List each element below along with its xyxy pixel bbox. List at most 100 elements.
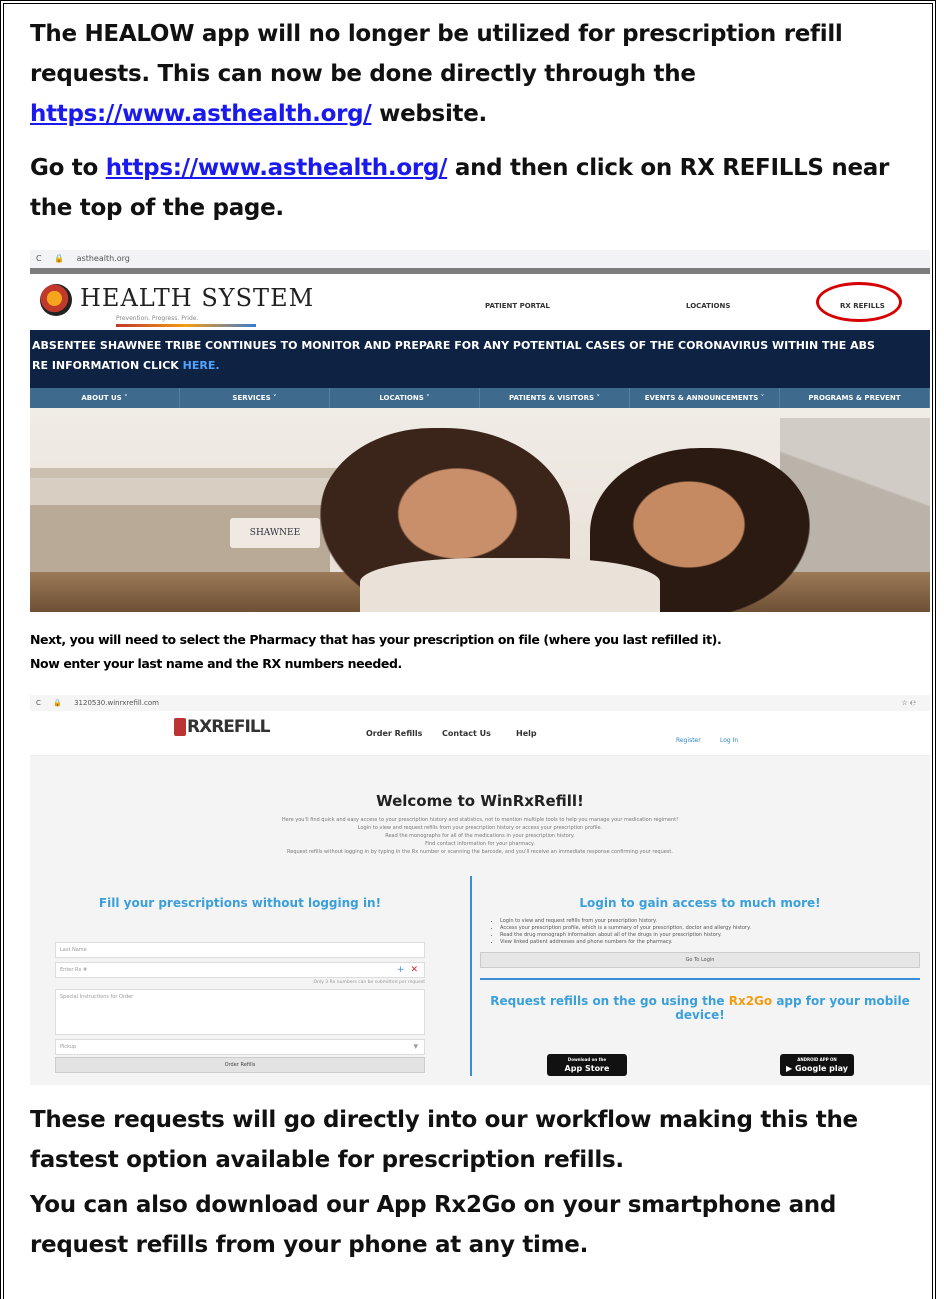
column-divider	[470, 876, 472, 1076]
menu-programs-prevention[interactable]: PROGRAMS & PREVENT	[780, 388, 930, 408]
list-item: View linked patient addresses and phone …	[500, 939, 920, 946]
guest-refill-form: Fill your prescriptions without logging …	[55, 886, 425, 1073]
hero-building-sign: SHAWNEE	[230, 518, 320, 548]
asthealth-link-2[interactable]: https://www.asthealth.org/	[106, 155, 448, 181]
menu-patients-visitors[interactable]: PATIENTS & VISITORS ˅	[480, 388, 630, 408]
browser-url-2: 3120530.winrxrefill.com	[74, 699, 159, 707]
banner-line-2-text: RE INFORMATION CLICK	[32, 359, 183, 372]
google-play-button[interactable]: ANDROID APP ON ▶ Google play	[780, 1054, 854, 1076]
browser-actions[interactable]: ☆ ℮	[902, 695, 916, 711]
intro-line-1: The HEALOW app will no longer be utilize…	[30, 21, 843, 47]
welcome-line: Here you'll find quick and easy access t…	[281, 817, 679, 823]
asthealth-link-1[interactable]: https://www.asthealth.org/	[30, 101, 372, 127]
site-logo-title[interactable]: HEALTH SYSTEM	[80, 284, 314, 312]
menu-about-us[interactable]: ABOUT US ˅	[30, 388, 180, 408]
rxrefill-logo[interactable]: RXREFILL	[174, 717, 271, 737]
login-title: Login to gain access to much more!	[579, 896, 821, 910]
last-name-field[interactable]: Last Name	[55, 942, 425, 958]
reload-icon[interactable]: C	[36, 254, 42, 263]
welcome-line: Login to view and request refills from y…	[357, 825, 603, 831]
special-instructions-field[interactable]: Special Instructions for Order	[55, 989, 425, 1035]
go-to-login-button[interactable]: Go To Login	[480, 952, 920, 968]
nav-log-in[interactable]: Log In	[720, 737, 738, 744]
intro-line-3-tail: website.	[371, 101, 487, 127]
browser-url-bar-2[interactable]: C 🔒 3120530.winrxrefill.com ☆ ℮	[30, 695, 930, 711]
rx-number-placeholder: Enter Rx #	[60, 967, 88, 973]
asthealth-screenshot: C 🔒 asthealth.org HEALTH SYSTEM Preventi…	[30, 250, 930, 612]
nav-contact-us[interactable]: Contact Us	[442, 729, 491, 738]
welcome-line: Request refills without logging in by ty…	[287, 849, 673, 855]
chevron-down-icon: ▾	[413, 1042, 418, 1052]
winrxrefill-screenshot: C 🔒 3120530.winrxrefill.com ☆ ℮ RXREFILL…	[30, 695, 930, 1085]
intro-paragraph: The HEALOW app will no longer be utilize…	[30, 14, 932, 134]
lock-icon-2: 🔒	[53, 699, 62, 707]
nav-patient-portal[interactable]: PATIENT PORTAL	[485, 302, 550, 310]
remove-rx-icon[interactable]: ✕	[410, 965, 418, 975]
nav-order-refills[interactable]: Order Refills	[366, 729, 422, 738]
add-rx-icon[interactable]: +	[397, 965, 405, 975]
google-play-text: Google play	[794, 1064, 849, 1073]
instructions-line-2: Now enter your last name and the RX numb…	[30, 656, 402, 671]
instructions-line-1: Next, you will need to select the Pharma…	[30, 632, 722, 647]
list-item: Login to view and request refills from y…	[500, 918, 920, 925]
rx2go-promo-prefix: Request refills on the go using the	[490, 994, 729, 1008]
guest-refill-title: Fill your prescriptions without logging …	[98, 896, 382, 910]
outro-paragraph-2: You can also download our App Rx2Go on y…	[30, 1185, 932, 1265]
list-item: Access your prescription profile, which …	[500, 925, 920, 932]
welcome-text: Here you'll find quick and easy access t…	[30, 816, 930, 856]
health-system-logo-icon	[40, 284, 72, 316]
nav-help[interactable]: Help	[516, 729, 537, 738]
reload-icon-2[interactable]: C	[36, 699, 41, 707]
coronavirus-banner: ABSENTEE SHAWNEE TRIBE CONTINUES TO MONI…	[30, 330, 930, 388]
app-store-button[interactable]: Download on the App Store	[547, 1054, 627, 1076]
rx-site-header: RXREFILL Order Refills Contact Us Help R…	[30, 711, 930, 756]
banner-here-link[interactable]: HERE.	[183, 359, 220, 372]
banner-line-2: RE INFORMATION CLICK HERE.	[32, 356, 930, 376]
google-play-label: ▶ Google play	[780, 1063, 854, 1074]
site-menu-bar: ABOUT US ˅ SERVICES ˅ LOCATIONS ˅ PATIEN…	[30, 388, 930, 408]
browser-url-bar[interactable]: C 🔒 asthealth.org	[30, 250, 930, 268]
app-store-label: App Store	[547, 1063, 627, 1074]
intro-line-3: https://www.asthealth.org/ website.	[30, 94, 932, 134]
menu-locations[interactable]: LOCATIONS ˅	[330, 388, 480, 408]
hero-image: SHAWNEE	[30, 408, 930, 612]
rx2go-promo: Request refills on the go using the Rx2G…	[480, 994, 920, 1022]
rx2go-app-name: Rx2Go	[728, 994, 773, 1008]
pill-bottle-icon	[174, 718, 186, 736]
browser-url: asthealth.org	[76, 254, 130, 263]
instructions-paragraph: Next, you will need to select the Pharma…	[30, 628, 930, 676]
outro-2-app: Rx2Go	[434, 1192, 516, 1218]
rx-field-actions: + ✕	[397, 963, 418, 977]
rx-number-field[interactable]: Enter Rx # + ✕	[55, 962, 425, 978]
lock-icon: 🔒	[54, 254, 65, 263]
outro-2-prefix: You can also download our App	[30, 1192, 434, 1218]
pickup-select[interactable]: Pickup ▾	[55, 1039, 425, 1055]
login-panel: Login to gain access to much more! Login…	[480, 886, 920, 1022]
intro-line-2: requests. This can now be done directly …	[30, 61, 696, 87]
welcome-line: Find contact information for your pharma…	[425, 841, 535, 847]
menu-services[interactable]: SERVICES ˅	[180, 388, 330, 408]
play-icon: ▶	[785, 1064, 793, 1073]
welcome-title: Welcome to WinRxRefill!	[376, 792, 584, 810]
nav-locations[interactable]: LOCATIONS	[686, 302, 730, 310]
login-divider	[480, 978, 920, 980]
go-to-paragraph: Go to https://www.asthealth.org/ and the…	[30, 148, 932, 228]
site-header: HEALTH SYSTEM Prevention. Progress. Prid…	[30, 274, 930, 330]
rx-limit-hint: Only 3 Rx numbers can be submitted per r…	[313, 980, 425, 985]
order-refills-button[interactable]: Order Refills	[55, 1057, 425, 1073]
app-store-text: App Store	[564, 1064, 610, 1073]
google-play-small: ANDROID APP ON	[797, 1057, 837, 1062]
banner-line-1: ABSENTEE SHAWNEE TRIBE CONTINUES TO MONI…	[32, 339, 875, 352]
app-store-small: Download on the	[567, 1057, 607, 1062]
rxrefill-logo-text: RXREFILL	[187, 717, 271, 737]
logo-underline	[116, 324, 256, 327]
welcome-section: Welcome to WinRxRefill! Here you'll find…	[30, 756, 930, 886]
rx-refills-highlight-circle	[816, 282, 902, 322]
menu-events-announcements[interactable]: EVENTS & ANNOUNCEMENTS ˅	[630, 388, 780, 408]
hero-shirt	[360, 558, 660, 612]
refill-columns: Fill your prescriptions without logging …	[30, 876, 930, 1085]
nav-register[interactable]: Register	[676, 737, 701, 744]
welcome-line: Read the monographs for all of the medic…	[385, 833, 575, 839]
site-logo-tagline: Prevention. Progress. Pride.	[116, 315, 199, 322]
list-item: Read the drug monograph information abou…	[500, 932, 920, 939]
